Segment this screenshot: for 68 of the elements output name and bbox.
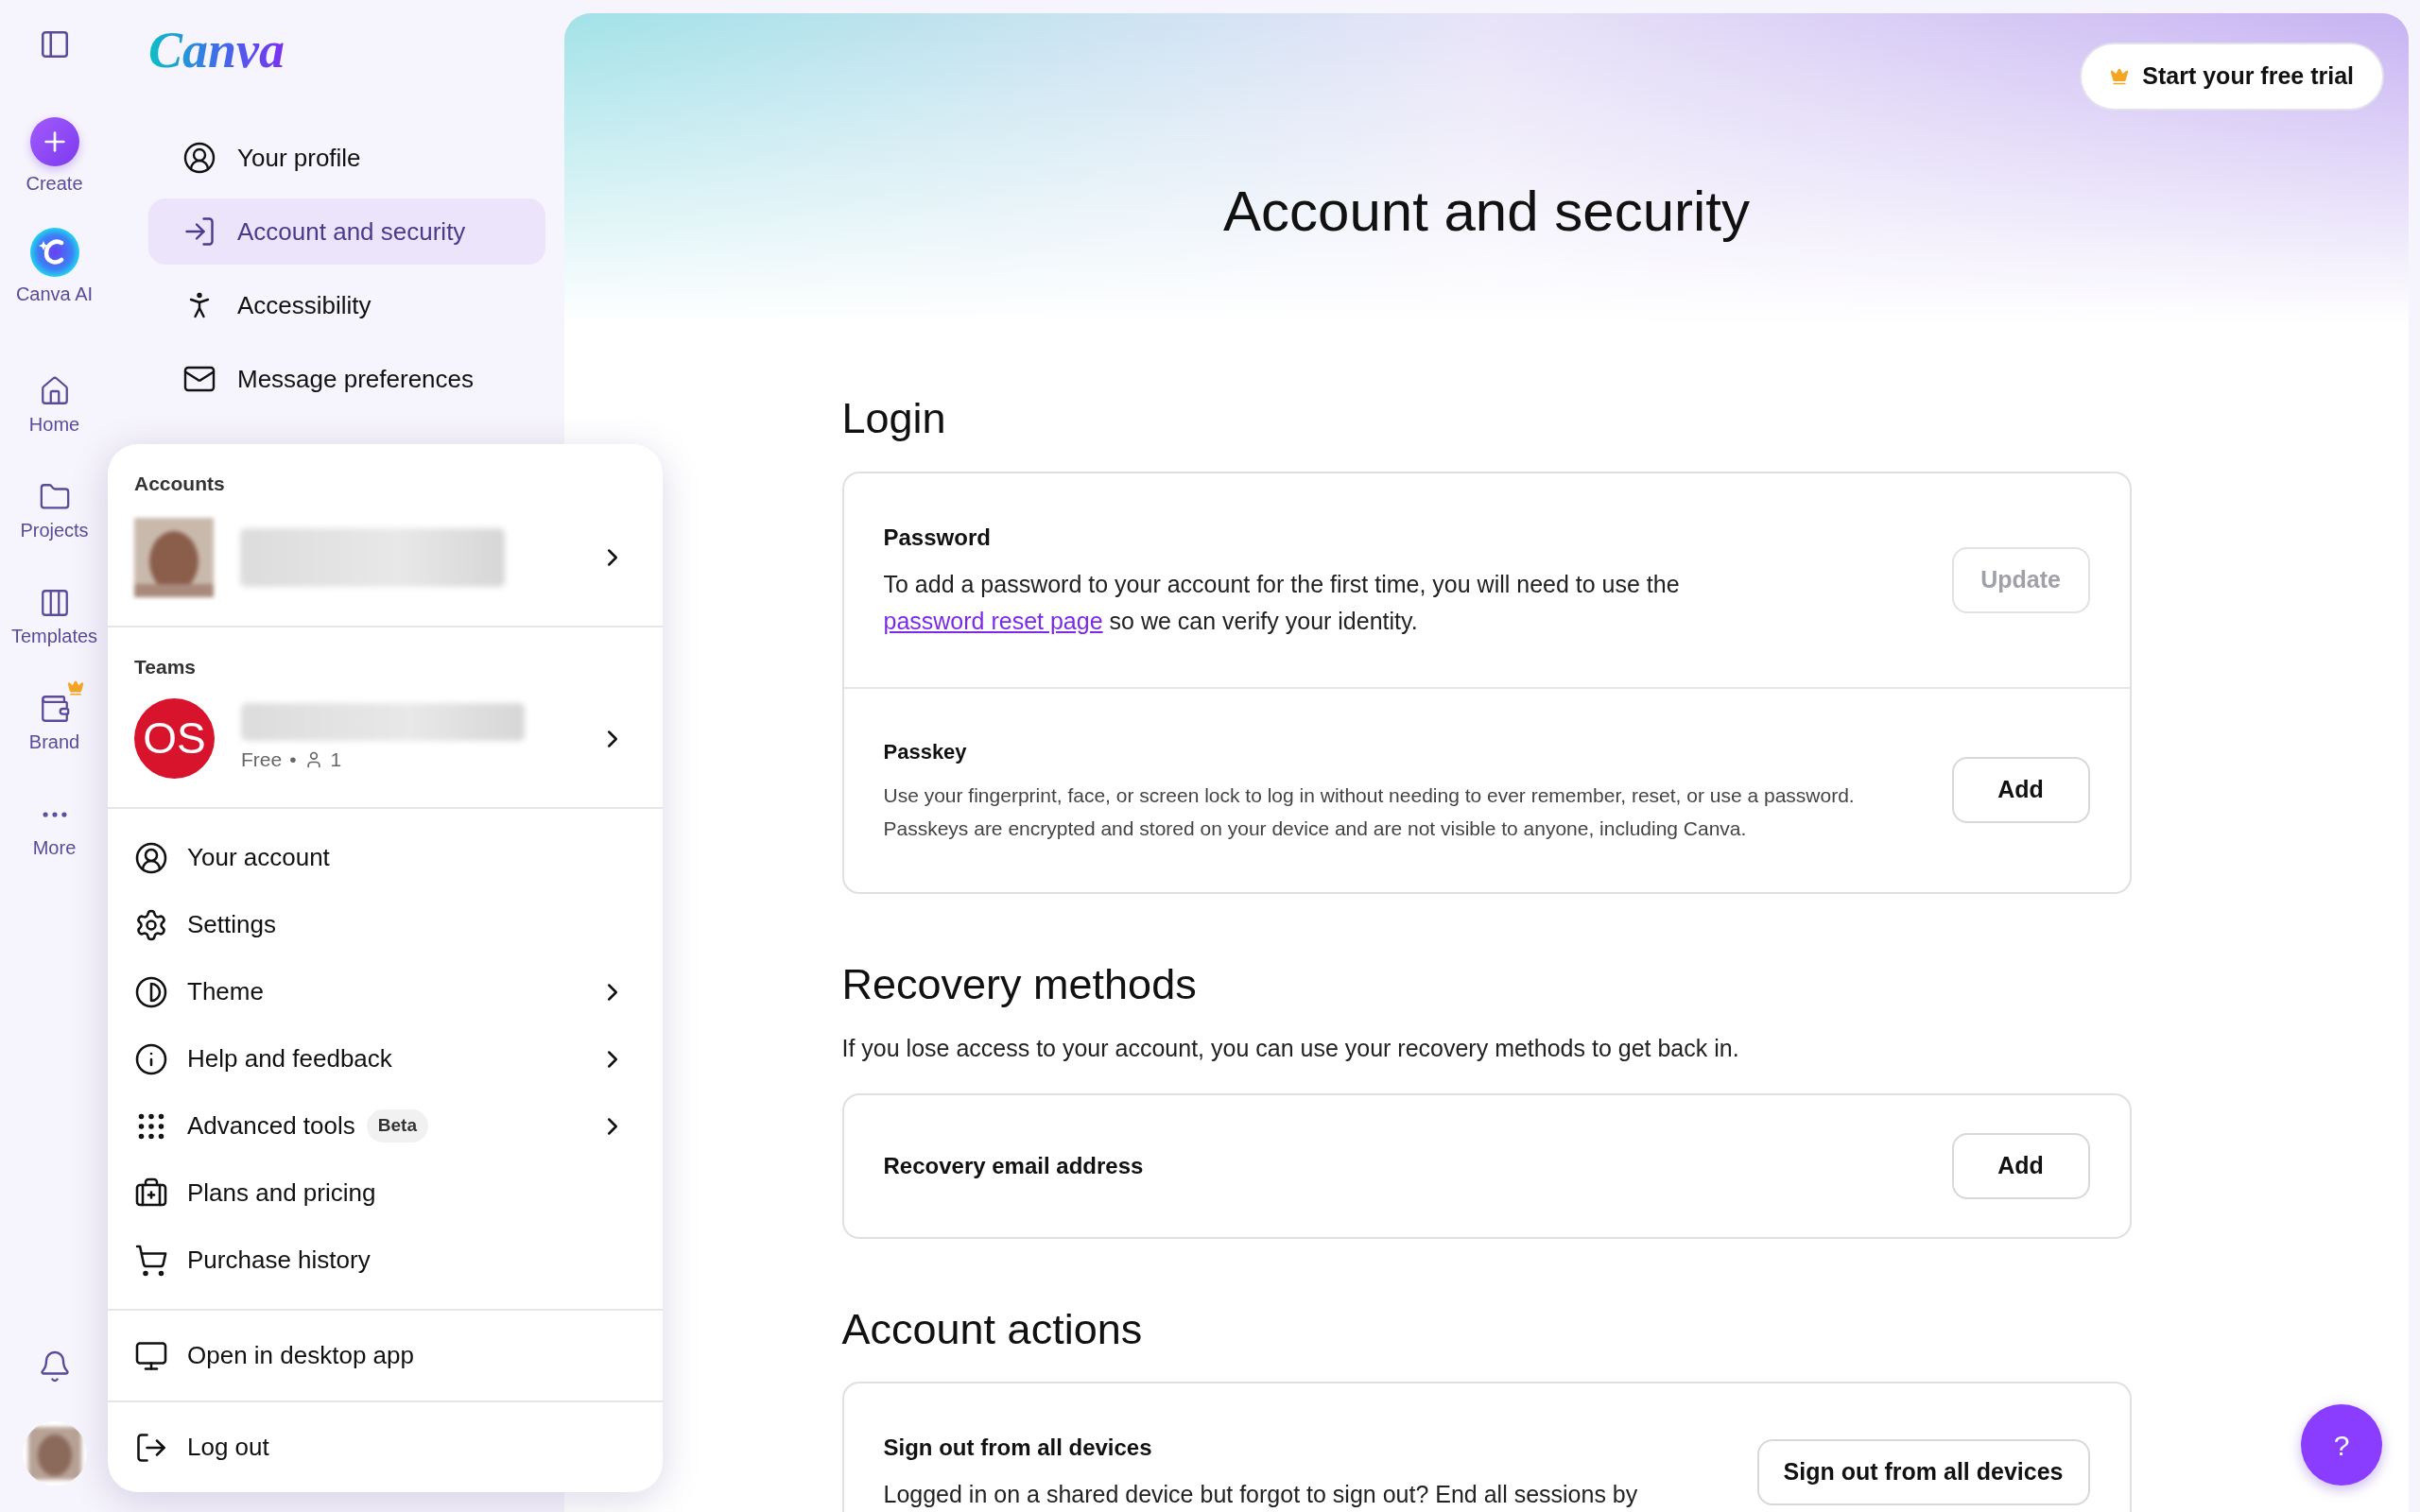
rail-label[interactable]: Brand — [28, 732, 80, 751]
sign-in-icon — [182, 215, 216, 249]
menu-item[interactable]: Purchase history — [108, 1227, 663, 1294]
sidebar-item[interactable]: Account and security — [148, 198, 545, 265]
section-heading: Account actions — [841, 1303, 1144, 1355]
free-trial-button[interactable]: Start your free trial — [2080, 43, 2384, 111]
info-icon — [134, 1041, 168, 1076]
row-button[interactable]: Sign out from all devices — [1756, 1438, 2090, 1505]
menu-item[interactable]: Plans and pricing — [108, 1160, 663, 1227]
section-heading: Login — [841, 393, 947, 444]
menu-item-label: Plans and pricing — [187, 1177, 376, 1209]
rail-label[interactable]: Create — [26, 174, 83, 193]
crown-icon — [2110, 67, 2130, 86]
menu-item[interactable]: Advanced tools Beta — [108, 1092, 663, 1160]
rail-label[interactable]: Templates — [10, 627, 98, 645]
menu-item-label: Your account — [187, 842, 330, 873]
row-title: Password — [883, 523, 992, 552]
menu-item[interactable]: Settings — [108, 891, 663, 958]
settings-icon — [134, 907, 168, 942]
user-circle-icon — [182, 141, 216, 175]
section-heading: Accounts — [134, 472, 226, 496]
team-avatar: OS — [134, 698, 215, 779]
help-button[interactable]: ? — [2301, 1404, 2382, 1486]
menu-item-label: Log out — [187, 1432, 269, 1463]
sidebar-item-label: Account and security — [237, 215, 466, 248]
menu-item-label: Advanced tools — [187, 1110, 355, 1142]
rail-label[interactable]: Projects — [20, 521, 89, 540]
rail-label[interactable]: Canva AI — [15, 284, 94, 303]
row-description: Use your fingerprint, face, or screen lock to log in without needing to ever remember, reset, or use a password. Passkeys are encrypted and stored on your device and are not visible to anyone, including Canva. — [883, 782, 1856, 841]
section-heading: Teams — [134, 654, 197, 679]
menu-item[interactable]: Help and feedback — [108, 1025, 663, 1092]
menu-item[interactable]: Open in desktop app — [108, 1322, 663, 1389]
menu-item[interactable]: Log out — [108, 1414, 663, 1481]
user-circle-icon — [134, 840, 168, 875]
row-description: To add a password to your account for the first time, you will need to use the password reset page so we can verify your identity. — [883, 569, 1681, 636]
section-heading: Recovery methods — [841, 958, 1198, 1010]
page-title: Account and security — [1222, 179, 1751, 245]
plan-label: Free — [241, 747, 283, 772]
separator-dot: • — [289, 747, 297, 772]
row-description: Logged in on a shared device but forgot to sign out? End all sessions by — [883, 1480, 1639, 1509]
row-title: Sign out from all devices — [883, 1434, 1153, 1462]
menu-item-label: Open in desktop app — [187, 1340, 414, 1371]
canva-ai-icon[interactable] — [29, 228, 79, 277]
sidebar-item[interactable]: Your profile — [148, 125, 545, 191]
row-title: Passkey — [883, 738, 968, 765]
sidebar-item-label: Your profile — [237, 142, 361, 174]
section-description: If you lose access to your account, you can use your recovery methods to get back in. — [841, 1034, 1740, 1063]
member-count: 1 — [330, 747, 342, 772]
row-button[interactable]: Add — [1951, 757, 2090, 823]
sidebar-item-label: Message preferences — [237, 363, 475, 395]
menu-item[interactable]: Your account — [108, 824, 663, 891]
contrast-icon — [134, 974, 168, 1009]
beta-badge: Beta — [366, 1109, 428, 1143]
cart-icon — [134, 1243, 168, 1278]
menu-item-label: Help and feedback — [187, 1043, 392, 1074]
sidebar-item[interactable]: Message preferences — [148, 346, 545, 412]
rail-label[interactable]: Home — [28, 415, 80, 434]
rail-label[interactable]: More — [32, 838, 77, 857]
create-icon[interactable] — [29, 117, 79, 166]
menu-item-label: Settings — [187, 909, 276, 940]
crown-icon — [66, 679, 84, 696]
menu-item-label: Theme — [187, 976, 264, 1007]
sidebar-item[interactable]: Accessibility — [148, 272, 545, 338]
row-title: Recovery email address — [883, 1151, 1145, 1180]
menu-item-label: Purchase history — [187, 1245, 371, 1276]
row-button[interactable]: Add — [1951, 1132, 2090, 1199]
sidebar-item-label: Accessibility — [237, 289, 372, 321]
menu-item[interactable]: Theme — [108, 958, 663, 1025]
